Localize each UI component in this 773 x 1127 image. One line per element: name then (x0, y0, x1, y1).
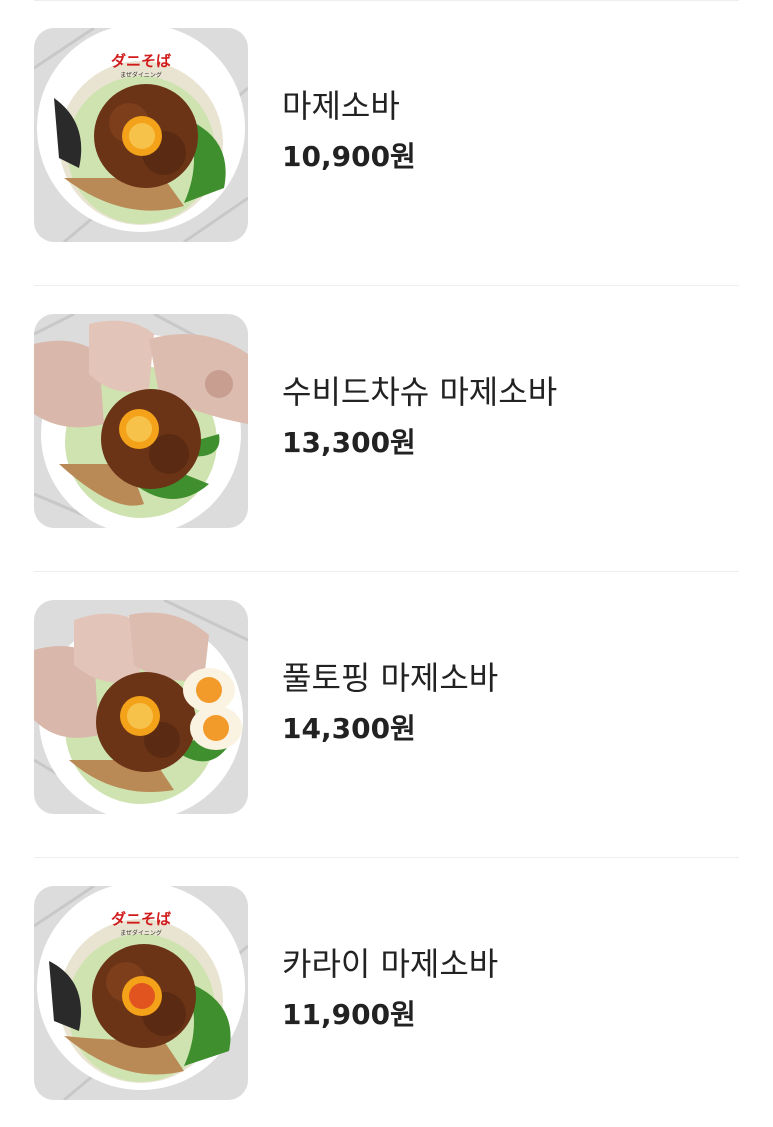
menu-item-price: 14,300원 (282, 712, 416, 745)
menu-item-image (34, 600, 248, 814)
menu-item-info: 수비드차슈 마제소바 13,300원 (282, 370, 557, 462)
menu-item-info: 카라이 마제소바 11,900원 (282, 942, 498, 1034)
menu-item-name: 풀토핑 마제소바 (282, 659, 499, 697)
menu-item-price: 11,900원 (282, 998, 416, 1031)
menu-item-image: ダニそば まぜダイニング (34, 28, 248, 242)
menu-item-price: 10,900원 (282, 140, 416, 173)
menu-item-name: 수비드차슈 마제소바 (282, 373, 558, 411)
bowl-logo-subtext: まぜダイニング (120, 71, 162, 79)
menu-item-image: ダニそば まぜダイニング (34, 886, 248, 1100)
menu-item-info: 풀토핑 마제소바 14,300원 (282, 656, 498, 748)
menu-item[interactable]: ダニそば まぜダイニング 카라이 마제소바 11,900원 (0, 858, 773, 1127)
menu-item-name: 카라이 마제소바 (282, 945, 499, 983)
bowl-logo-text: ダニそば (111, 910, 171, 928)
menu-item[interactable]: 풀토핑 마제소바 14,300원 (0, 572, 773, 858)
bowl-logo-text: ダニそば (111, 52, 171, 70)
bowl-logo-subtext: まぜダイニング (120, 929, 162, 937)
menu-item-name: 마제소바 (282, 87, 400, 125)
menu-item-price: 13,300원 (282, 426, 416, 459)
menu-item-info: 마제소바 10,900원 (282, 84, 416, 176)
menu-item[interactable]: ダニそば まぜダイニング 마제소바 10,900원 (0, 0, 773, 286)
menu-list: ダニそば まぜダイニング 마제소바 10,900원 수비드차슈 마제소바 13,… (0, 0, 773, 1127)
menu-item-image (34, 314, 248, 528)
menu-item[interactable]: 수비드차슈 마제소바 13,300원 (0, 286, 773, 572)
